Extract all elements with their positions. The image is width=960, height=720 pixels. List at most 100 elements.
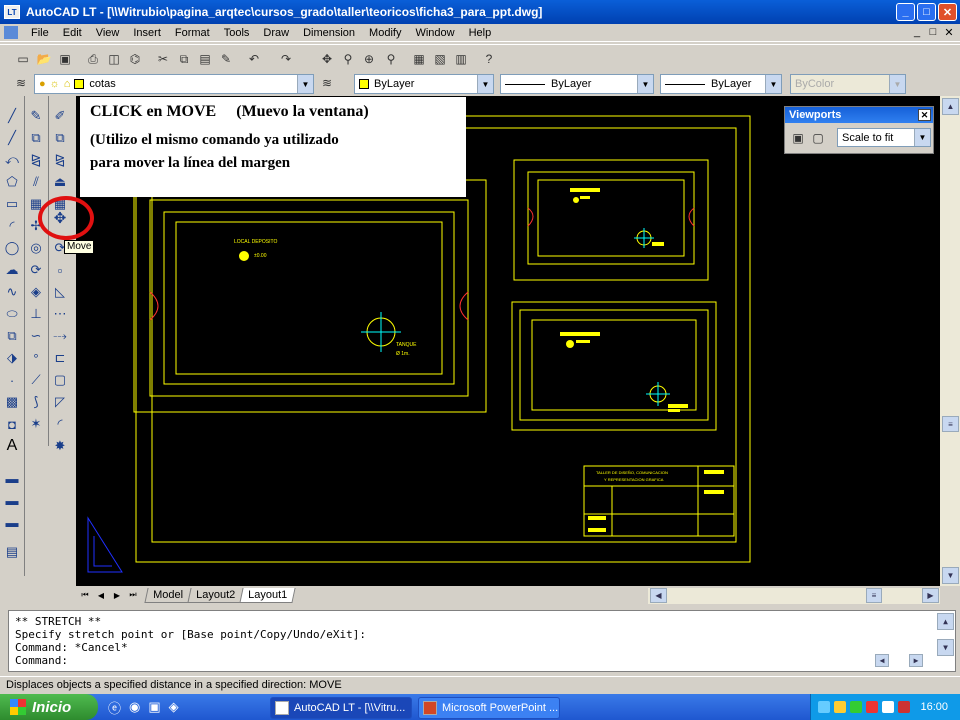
command-input[interactable]: Command: [15,654,955,667]
ie-icon[interactable]: ⓔ [108,698,121,717]
circle-tool-icon[interactable]: ◎ [26,238,46,258]
trim-icon[interactable]: ⤏ [50,326,70,346]
insert-block-icon[interactable]: ⧉ [2,326,22,346]
media-icon[interactable]: ◉ [129,699,140,715]
chevron-down-icon[interactable]: ▼ [477,75,493,93]
scroll-right-icon[interactable]: ▶ [922,588,939,603]
lengthen-icon[interactable]: ⋯ [50,304,70,324]
alert-icon[interactable] [866,701,879,713]
tab-model[interactable]: Model [144,587,192,603]
menu-modify[interactable]: Modify [362,27,408,39]
break-icon[interactable]: ° [26,348,46,368]
network-icon[interactable] [818,701,831,713]
circle-icon[interactable]: ◯ [2,238,22,258]
chamfer-icon[interactable]: ◸ [50,392,70,412]
copy-icon[interactable]: ⧉ [50,128,70,148]
design-center-icon[interactable]: ▧ [431,50,449,68]
volume-icon[interactable] [882,701,895,713]
taskbar-item-autocad[interactable]: AutoCAD LT - [\\Vitru... [270,697,412,719]
vertical-scrollbar[interactable]: ▲ ≡ ▼ [940,96,960,586]
linetype-dropdown[interactable]: ByLayer ▼ [500,74,654,94]
close-button[interactable]: ✕ [938,3,957,21]
chevron-down-icon[interactable]: ▼ [637,75,653,93]
antivirus-icon[interactable] [850,701,863,713]
next-tab-icon[interactable]: ▶ [110,588,124,602]
single-viewport-icon[interactable]: ▢ [809,129,827,147]
extend-icon[interactable]: ⊏ [50,348,70,368]
update-icon[interactable] [898,701,911,713]
menu-tools[interactable]: Tools [217,27,257,39]
menu-file[interactable]: File [24,27,56,39]
scroll-left-icon[interactable]: ◀ [875,654,889,667]
layer-manager-icon[interactable]: ≋ [12,74,30,92]
offset-icon[interactable]: ⏏ [50,172,70,192]
help-icon[interactable]: ? [480,50,498,68]
ellipse-icon[interactable]: ⬭ [2,304,22,324]
save-icon[interactable]: ▣ [56,50,74,68]
region-icon[interactable]: ◘ [2,414,22,434]
scroll-up-icon[interactable]: ▲ [942,98,959,115]
taskbar-item-powerpoint[interactable]: Microsoft PowerPoint ... [418,697,560,719]
make-block-icon[interactable]: ⬗ [2,348,22,368]
scroll-left-icon[interactable]: ◀ [650,588,667,603]
doc-minimize-button[interactable]: _ [910,26,924,38]
toolbar-icon[interactable]: ▬ [2,468,22,488]
menu-draw[interactable]: Draw [256,27,296,39]
layer-dropdown[interactable]: ● ☼ ⌂ cotas ▼ [34,74,314,94]
viewports-close-button[interactable]: ✕ [918,109,931,121]
open-folder-icon[interactable]: 📂 [35,50,53,68]
scale-icon[interactable]: ◈ [26,282,46,302]
spline-icon[interactable]: ∿ [2,282,22,302]
chamfer-icon[interactable]: ⟋ [26,370,46,390]
prev-tab-icon[interactable]: ◀ [94,588,108,602]
mirror-icon[interactable]: ⧎ [26,150,46,170]
polyline-icon[interactable]: ⤺ [2,150,22,170]
toolbar-icon[interactable]: ▤ [2,542,22,562]
scroll-down-icon[interactable]: ▼ [937,639,954,656]
new-file-icon[interactable]: ▭ [14,50,32,68]
print-icon[interactable]: ⎙ [84,50,102,68]
construction-line-icon[interactable]: ╱ [2,128,22,148]
redo-icon[interactable]: ↷ [277,50,295,68]
polygon-icon[interactable]: ⬠ [2,172,22,192]
scroll-right-icon[interactable]: ▶ [909,654,923,667]
scale-icon[interactable]: ▫ [50,260,70,280]
trim-icon[interactable]: ⊥ [26,304,46,324]
paste-icon[interactable]: ▤ [196,50,214,68]
chevron-down-icon[interactable]: ▼ [765,75,781,93]
tab-layout1[interactable]: Layout1 [239,587,296,603]
arc-icon[interactable]: ◜ [2,216,22,236]
autocad-app-icon[interactable]: LT [4,5,20,19]
print-preview-icon[interactable]: ◫ [105,50,123,68]
menu-help[interactable]: Help [462,27,499,39]
hatch-icon[interactable]: ▩ [2,392,22,412]
scroll-down-icon[interactable]: ▼ [942,567,959,584]
extend-icon[interactable]: ∽ [26,326,46,346]
zoom-realtime-icon[interactable]: ⚲ [339,50,357,68]
break-icon[interactable]: ▢ [50,370,70,390]
match-properties-icon[interactable]: ✎ [217,50,235,68]
pan-icon[interactable]: ✥ [318,50,336,68]
properties-icon[interactable]: ▦ [410,50,428,68]
hscroll-thumb[interactable]: ≡ [866,588,882,603]
undo-icon[interactable]: ↶ [245,50,263,68]
scroll-thumb[interactable]: ≡ [942,416,959,432]
viewports-dialog-icon[interactable]: ▣ [789,129,807,147]
color-dropdown[interactable]: ByLayer ▼ [354,74,494,94]
cut-icon[interactable]: ✂ [154,50,172,68]
copy-object-icon[interactable]: ⧉ [26,128,46,148]
maximize-button[interactable]: □ [917,3,936,21]
menu-format[interactable]: Format [168,27,217,39]
chevron-down-icon[interactable]: ▼ [914,129,930,146]
desktop-icon[interactable]: ▣ [148,699,160,715]
explorer-icon[interactable]: ◈ [169,699,179,715]
last-tab-icon[interactable]: ⏭ [126,588,140,602]
menu-insert[interactable]: Insert [126,27,168,39]
chevron-down-icon[interactable]: ▼ [297,75,313,93]
doc-close-button[interactable]: ✕ [942,26,956,39]
scroll-up-icon[interactable]: ▲ [937,613,954,630]
tool-palettes-icon[interactable]: ▥ [452,50,470,68]
viewport-scale-dropdown[interactable]: Scale to fit ▼ [837,128,931,147]
document-icon[interactable] [4,26,18,39]
lineweight-dropdown[interactable]: ByLayer ▼ [660,74,782,94]
